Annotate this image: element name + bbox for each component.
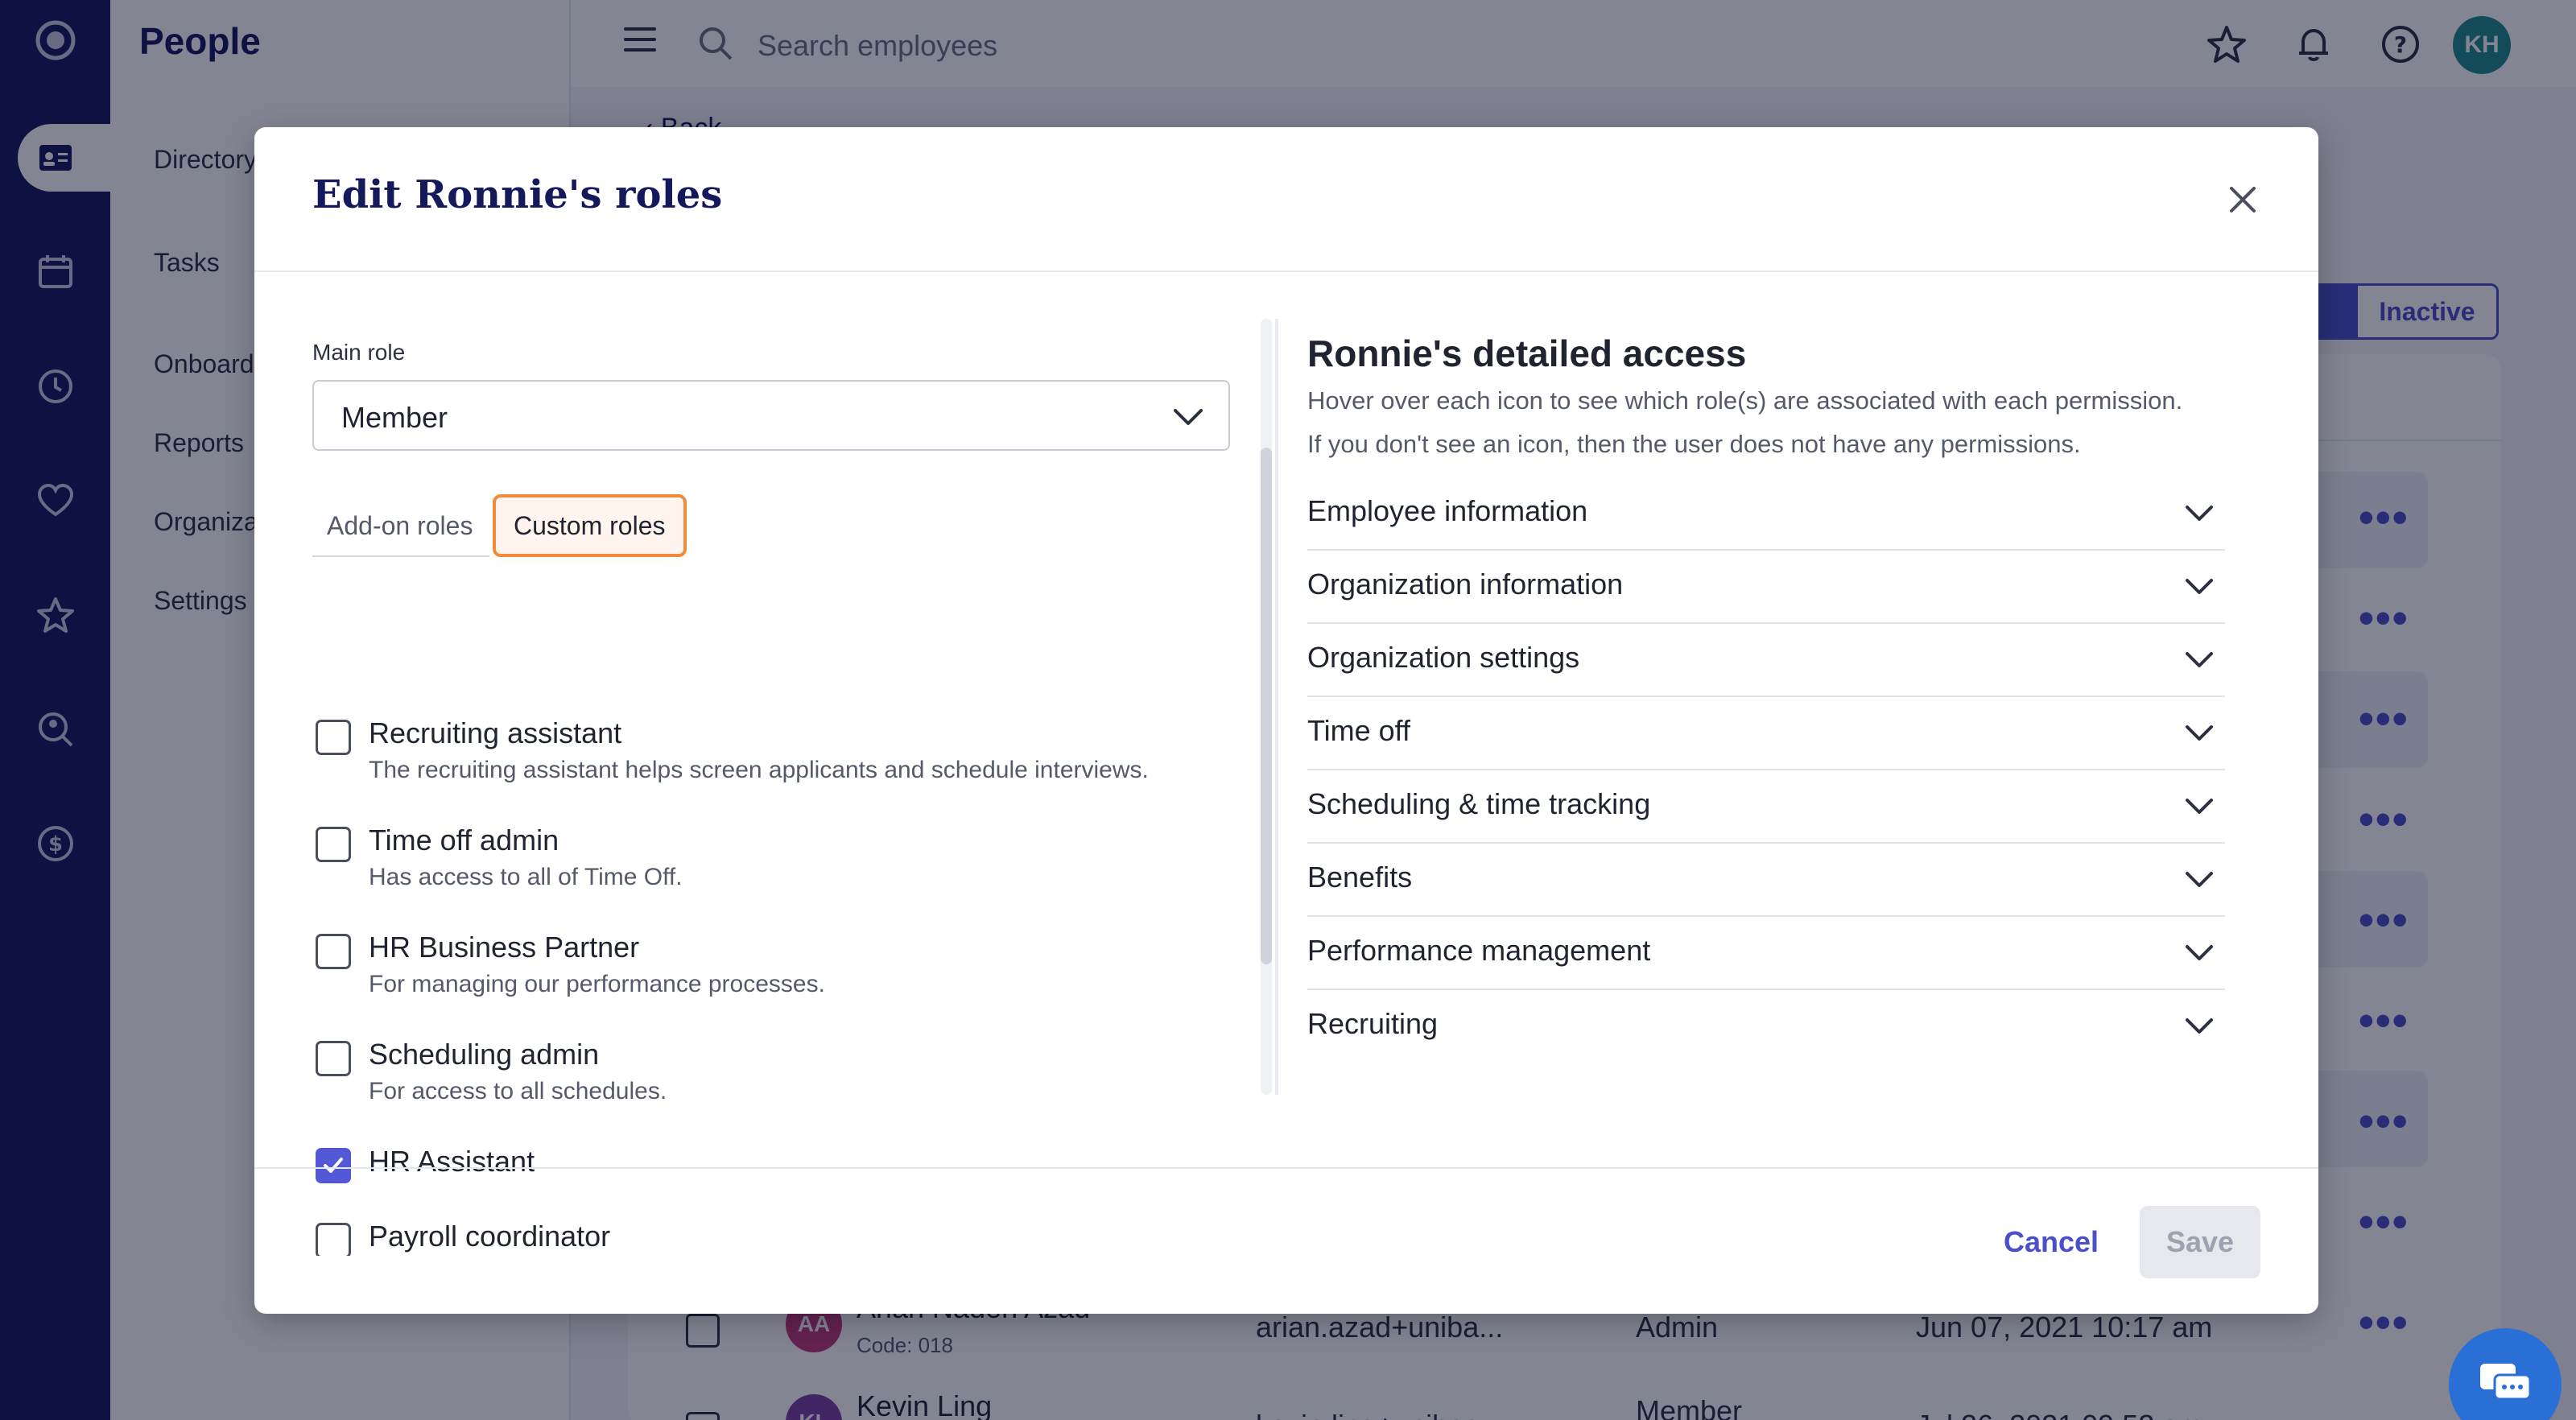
access-section-employee-information[interactable]: Employee information [1307,477,2225,551]
access-section-label: Time off [1307,714,1411,747]
access-section-performance-management[interactable]: Performance management [1307,916,2225,990]
access-section-benefits[interactable]: Benefits [1307,843,2225,917]
edit-roles-modal: Edit Ronnie's roles Main role Member Add… [254,127,2318,1314]
detailed-access-title: Ronnie's detailed access [1307,332,1747,374]
role-name: Scheduling admin [369,1038,600,1071]
access-section-organization-settings[interactable]: Organization settings [1307,623,2225,697]
role-checkbox-scheduling-admin[interactable] [316,1041,351,1076]
cancel-button[interactable]: Cancel [1971,1206,2132,1278]
modal-header-divider [254,270,2318,272]
checkmark-icon [324,1158,343,1173]
role-description: For access to all schedules. [369,1078,667,1104]
main-role-label: Main role [312,340,406,365]
main-role-value: Member [341,401,448,434]
chat-icon [2480,1364,2532,1401]
access-section-organization-information[interactable]: Organization information [1307,550,2225,624]
role-checkbox-time-off-admin[interactable] [316,827,351,862]
access-section-recruiting[interactable]: Recruiting [1307,989,2225,1063]
access-section-label: Performance management [1307,934,1651,967]
access-section-time-off[interactable]: Time off [1307,696,2225,770]
detailed-access-desc-2: If you don't see an icon, then the user … [1307,430,2081,458]
chevron-down-icon [2186,579,2213,594]
role-name: Recruiting assistant [369,716,622,749]
modal-footer-divider [254,1167,2318,1169]
main-role-select[interactable]: Member [312,380,1230,451]
tab-custom-roles[interactable]: Custom roles [493,494,687,557]
role-name: HR Business Partner [369,931,640,964]
scrollbar-thumb[interactable] [1261,448,1272,964]
chevron-down-icon [2186,652,2213,667]
role-checkbox-hr-assistant[interactable] [316,1148,351,1183]
role-name: Time off admin [369,824,559,857]
role-checkbox-hr-business-partner[interactable] [316,934,351,969]
chevron-down-icon [2186,799,2213,814]
role-checkbox-recruiting-assistant[interactable] [316,720,351,755]
chevron-down-icon [2186,1018,2213,1034]
access-section-scheduling-time-tracking[interactable]: Scheduling & time tracking [1307,770,2225,844]
role-name: Payroll coordinator [369,1220,611,1253]
access-section-label: Organization information [1307,568,1624,601]
access-section-label: Employee information [1307,494,1588,527]
access-section-label: Benefits [1307,861,1413,894]
chevron-down-icon [2186,872,2213,887]
role-description: For managing our performance processes. [369,971,825,997]
detailed-access-desc-1: Hover over each icon to see which role(s… [1307,386,2183,415]
access-section-label: Recruiting [1307,1007,1439,1040]
chevron-down-icon [2186,945,2213,960]
access-section-label: Scheduling & time tracking [1307,787,1651,820]
close-icon[interactable] [2223,180,2262,219]
chevron-down-icon [2186,725,2213,741]
access-section-label: Organization settings [1307,641,1580,674]
tab-underline [312,555,489,557]
modal-title: Edit Ronnie's roles [312,172,723,217]
custom-roles-list[interactable]: Recruiting assistant The recruiting assi… [312,578,1214,1256]
save-button[interactable]: Save [2140,1206,2260,1278]
role-checkbox-payroll-coordinator[interactable] [316,1223,351,1256]
role-name: HR Assistant [369,1145,535,1178]
chevron-down-icon [1174,409,1203,425]
role-description: Has access to all of Time Off. [369,864,683,890]
column-divider [1275,319,1278,1095]
role-description: The recruiting assistant helps screen ap… [369,757,1149,783]
roles-scrollbar[interactable] [1261,319,1272,1095]
chevron-down-icon [2186,506,2213,521]
tab-addon-roles[interactable]: Add-on roles [312,494,487,557]
